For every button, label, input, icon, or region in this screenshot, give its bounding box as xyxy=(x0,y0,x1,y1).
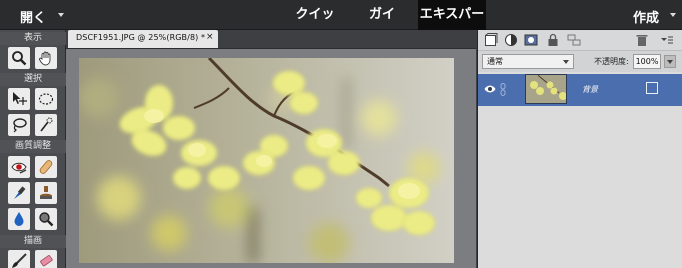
opacity-input[interactable]: 100% xyxy=(633,54,661,69)
healing-brush-icon[interactable] xyxy=(35,156,57,178)
create-label: 作成 xyxy=(633,11,660,26)
section-view-title: 表示 xyxy=(0,32,66,45)
eye-icon[interactable] xyxy=(484,84,496,94)
blend-mode-select[interactable]: 通常 xyxy=(482,54,574,69)
lock-icon[interactable] xyxy=(546,33,560,47)
sponge-tool-icon[interactable] xyxy=(35,208,57,230)
tab-expert[interactable]: エキスパート xyxy=(418,0,486,52)
document-tab[interactable]: DSCF1951.JPG @ 25%(RGB/8) * × xyxy=(68,30,218,48)
panel-menu-icon[interactable] xyxy=(660,33,674,47)
layer-list: 背景 xyxy=(478,72,682,268)
new-layer-icon[interactable] xyxy=(484,33,498,47)
quick-selection-icon[interactable] xyxy=(35,114,57,136)
tab-quick[interactable]: クイック xyxy=(292,0,338,52)
tools-panel: 表示 選択 画質調整 描画 xyxy=(0,30,66,268)
clone-stamp-icon[interactable] xyxy=(35,182,57,204)
trash-icon[interactable] xyxy=(635,33,649,47)
layer-thumbnail xyxy=(525,74,567,104)
zoom-tool-icon[interactable] xyxy=(8,47,30,69)
close-icon[interactable]: × xyxy=(206,32,214,42)
section-select-title: 選択 xyxy=(0,73,66,86)
photo-image xyxy=(79,58,454,263)
chevron-down-icon xyxy=(58,13,64,17)
section-enhance-title: 画質調整 xyxy=(0,140,66,153)
blend-mode-value: 通常 xyxy=(487,57,503,66)
layer-lock-badge-icon xyxy=(646,82,658,94)
section-draw-title: 描画 xyxy=(0,235,66,248)
move-tool-icon[interactable] xyxy=(8,88,30,110)
document-area: DSCF1951.JPG @ 25%(RGB/8) * × xyxy=(66,30,476,268)
layer-row[interactable]: 背景 xyxy=(478,74,682,106)
adjustment-layer-icon[interactable] xyxy=(504,33,518,47)
opacity-dropdown-button[interactable] xyxy=(664,55,676,68)
layer-name: 背景 xyxy=(582,85,598,94)
red-eye-tool-icon[interactable] xyxy=(8,156,30,178)
lasso-tool-icon[interactable] xyxy=(8,114,30,136)
smart-brush-icon[interactable] xyxy=(8,182,30,204)
link-icon[interactable] xyxy=(567,33,581,47)
tab-guided[interactable]: ガイド xyxy=(364,0,400,52)
create-menu-button[interactable]: 作成 xyxy=(624,0,682,30)
layers-toolbar xyxy=(478,30,682,50)
opacity-label: 不透明度: xyxy=(594,57,629,66)
open-menu-button[interactable]: 開く xyxy=(0,0,74,30)
layers-panel: 通常 不透明度: 100% 背景 xyxy=(477,30,682,268)
elliptical-marquee-icon[interactable] xyxy=(35,88,57,110)
layer-options-bar: 通常 不透明度: 100% xyxy=(478,50,682,72)
top-menubar: 開く クイック ガイド エキスパート 作成 xyxy=(0,0,682,52)
chevron-down-icon xyxy=(670,13,676,17)
canvas-area[interactable] xyxy=(66,48,476,268)
document-tab-label: DSCF1951.JPG @ 25%(RGB/8) * xyxy=(76,33,206,42)
brush-tool-icon[interactable] xyxy=(8,250,30,268)
chevron-down-icon xyxy=(563,60,569,64)
link-chain-icon[interactable] xyxy=(499,83,507,96)
layer-mask-icon[interactable] xyxy=(524,33,538,47)
blur-drop-icon[interactable] xyxy=(8,208,30,230)
hand-tool-icon[interactable] xyxy=(35,47,57,69)
eraser-tool-icon[interactable] xyxy=(35,250,57,268)
open-label: 開く xyxy=(20,11,47,26)
